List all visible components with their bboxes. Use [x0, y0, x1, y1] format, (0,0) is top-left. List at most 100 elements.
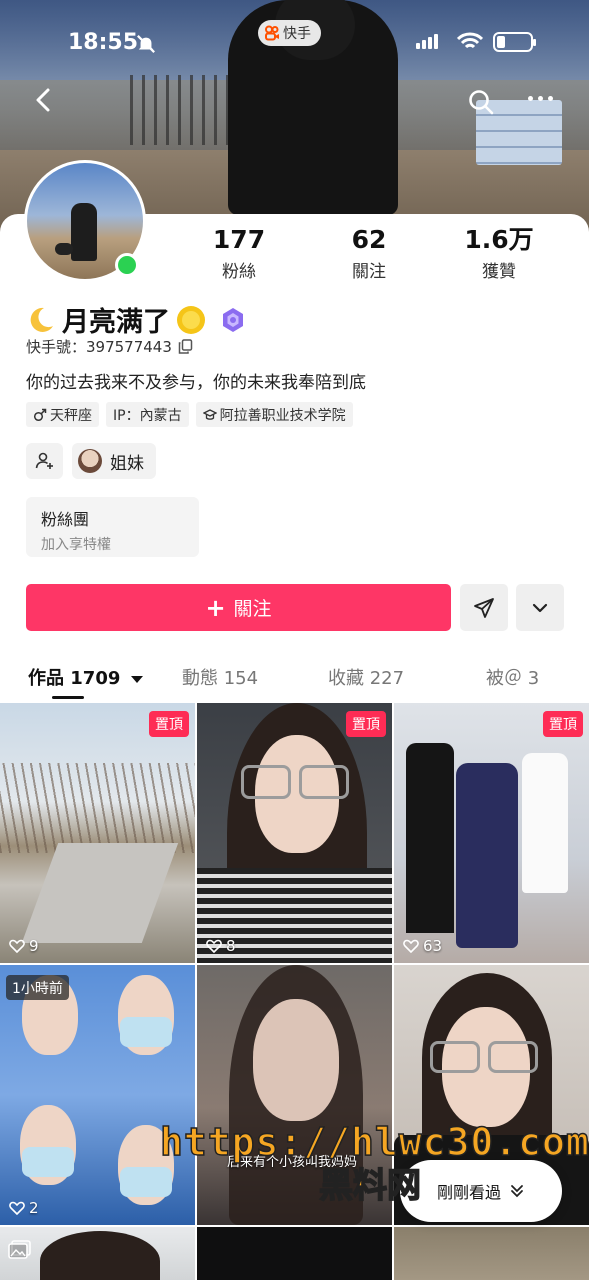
photo-album-icon: [8, 1240, 31, 1259]
tab-mentions[interactable]: 被＠ 3: [486, 664, 539, 690]
tag-zodiac: 天秤座: [26, 402, 99, 427]
copy-icon[interactable]: [178, 339, 193, 354]
recently-watched-button[interactable]: 剛剛看過: [400, 1160, 562, 1222]
thumb-glasses-right: [299, 765, 349, 799]
stat-fans-label: 粉絲: [222, 262, 256, 282]
tab-works[interactable]: 作品 1709: [28, 664, 143, 690]
profile-bio: 你的过去我来不及参与，你的未来我奉陪到底: [26, 373, 366, 393]
video-thumbnail[interactable]: [197, 1227, 392, 1280]
thumb-bride: [522, 753, 568, 893]
like-count-value: 9: [29, 937, 39, 955]
thumb-glasses-left: [430, 1041, 480, 1073]
tab-moments-count: 154: [223, 668, 259, 689]
male-icon: [33, 408, 47, 421]
fan-club-title: 粉絲團: [41, 510, 90, 529]
wifi-icon: [457, 32, 483, 49]
thumb-glasses-right: [488, 1041, 538, 1073]
like-count: 9: [9, 937, 39, 955]
tag-zodiac-label: 天秤座: [50, 407, 92, 424]
video-thumbnail[interactable]: 置頂 63: [394, 703, 589, 963]
tab-works-label: 作品: [28, 668, 64, 689]
like-count-value: 2: [29, 1199, 39, 1217]
recently-watched-label: 剛剛看過: [436, 1183, 501, 1202]
like-count: 63: [403, 937, 442, 955]
tab-favorites[interactable]: 收藏 227: [328, 664, 404, 690]
heart-icon: [206, 939, 222, 953]
level-badge-icon[interactable]: [220, 307, 246, 333]
stat-likes-value: 1.6万: [464, 225, 534, 254]
send-message-button[interactable]: [460, 584, 508, 631]
pinned-badge: 置頂: [346, 711, 386, 737]
battery-icon: [493, 32, 536, 52]
kuaishou-id-row[interactable]: 快手號：397577443: [26, 336, 193, 357]
kuaishou-logo-icon: [265, 25, 279, 41]
stat-following-value: 62: [351, 225, 387, 254]
tag-school[interactable]: 阿拉善职业技术学院: [195, 402, 353, 427]
follow-button[interactable]: + 關注: [26, 584, 451, 631]
app-source-pill[interactable]: 快手: [258, 20, 321, 46]
kuaishou-id: 快手號：397577443: [26, 338, 172, 356]
tag-school-label: 阿拉善职业技术学院: [219, 407, 346, 424]
profile-tags: 天秤座 IP：內蒙古 阿拉善职业技术学院: [26, 402, 353, 427]
paper-plane-icon: [474, 597, 494, 618]
avatar-dog: [55, 243, 73, 255]
chevron-down-icon: [532, 603, 548, 612]
stat-likes[interactable]: 1.6万 獲贊: [439, 225, 559, 283]
avatar-figure: [71, 203, 97, 261]
tab-favorites-label: 收藏: [328, 668, 364, 689]
video-caption: 后来有个小孩叫我妈妈: [227, 1155, 358, 1170]
heart-icon: [9, 1201, 25, 1215]
stat-likes-label: 獲贊: [482, 262, 516, 282]
stat-fans[interactable]: 177 粉絲: [179, 226, 299, 283]
banner-gate: [130, 75, 240, 145]
relation-row: 姐妹: [26, 443, 156, 479]
double-chevron-down-icon: [511, 1185, 523, 1198]
tab-moments[interactable]: 動態 154: [182, 664, 258, 690]
stat-following[interactable]: 62 關注: [309, 225, 429, 283]
thumb-man: [406, 743, 454, 933]
tag-ip: IP：內蒙古: [106, 402, 189, 427]
add-person-icon: [35, 452, 53, 469]
app-source-label: 快手: [283, 26, 311, 42]
thumb-hair: [40, 1231, 160, 1280]
plus-icon: +: [205, 593, 226, 622]
profile-name-row: 月亮满了: [26, 300, 246, 339]
fan-club-card[interactable]: 粉絲團 加入享特權: [26, 497, 199, 557]
status-time: 18:55: [68, 30, 139, 55]
relation-avatar: [78, 449, 102, 473]
caret-down-icon: [130, 675, 143, 683]
video-thumbnail[interactable]: 1小時前 2: [0, 965, 195, 1225]
online-status-indicator: [115, 253, 139, 277]
thumb-glasses-left: [241, 765, 291, 799]
thumb-road: [21, 843, 179, 943]
thumb-face: [253, 999, 339, 1121]
relation-sister-pill[interactable]: 姐妹: [72, 443, 156, 479]
bell-slash-icon: [137, 35, 155, 53]
search-icon[interactable]: [467, 88, 495, 116]
posted-time-badge: 1小時前: [6, 975, 69, 1000]
video-thumbnail[interactable]: 置頂 8: [197, 703, 392, 963]
back-arrow-icon[interactable]: [30, 86, 58, 114]
more-options-icon[interactable]: [528, 96, 553, 101]
tab-works-count: 1709: [70, 668, 121, 689]
thumb-woman: [456, 763, 518, 948]
tab-moments-label: 動態: [182, 668, 218, 689]
video-thumbnail[interactable]: 后来有个小孩叫我妈妈: [197, 965, 392, 1225]
video-thumbnail[interactable]: 置頂 9: [0, 703, 195, 963]
add-friend-button[interactable]: [26, 443, 63, 479]
heart-icon: [403, 939, 419, 953]
cellular-signal-icon: [416, 34, 438, 49]
fan-club-subtitle: 加入享特權: [41, 537, 111, 553]
video-thumbnail[interactable]: [394, 1227, 589, 1280]
like-count: 8: [206, 937, 236, 955]
profile-name: 月亮满了: [62, 307, 170, 338]
pinned-badge: 置頂: [543, 711, 583, 737]
pinned-badge: 置頂: [149, 711, 189, 737]
stat-following-label: 關注: [352, 262, 386, 282]
like-count-value: 8: [226, 937, 236, 955]
graduation-cap-icon: [202, 408, 217, 420]
expand-button[interactable]: [516, 584, 564, 631]
like-count: 2: [9, 1199, 39, 1217]
follow-button-label: 關注: [233, 598, 272, 620]
tag-ip-label: IP：內蒙古: [113, 407, 182, 424]
